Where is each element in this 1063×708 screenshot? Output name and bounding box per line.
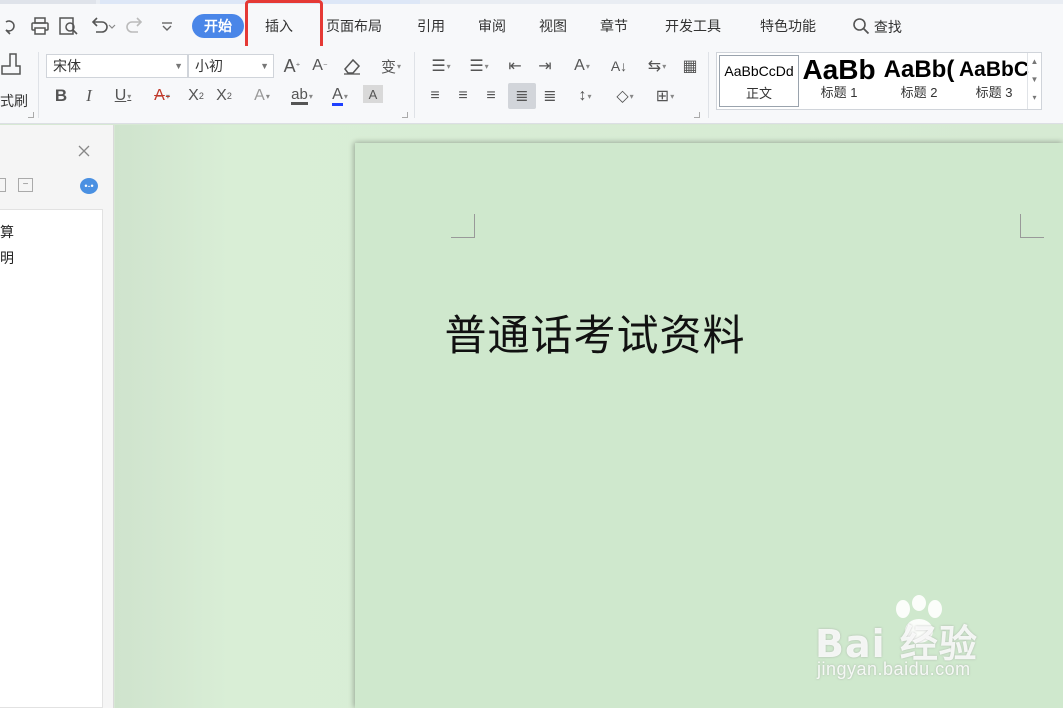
font-size-value: 小初 <box>195 58 223 74</box>
chevron-down-icon: ▼ <box>174 61 183 71</box>
style-name: 标题 2 <box>900 85 938 100</box>
style-sample: AaBbC <box>959 58 1029 81</box>
font-name-value: 宋体 <box>53 58 81 74</box>
tab-page-layout[interactable]: 页面布局 <box>326 17 382 35</box>
style-sample: AaBb( <box>883 56 955 83</box>
print-preview-icon[interactable] <box>58 16 80 36</box>
table-of-contents-icon[interactable]: ▦ <box>679 55 701 77</box>
search-icon <box>853 18 870 35</box>
sort-icon[interactable]: A↓ <box>608 55 630 77</box>
menu-bar: 开始 插入 页面布局 引用 审阅 视图 章节 开发工具 特色功能 查找 <box>0 4 1063 46</box>
style-name: 正文 <box>745 86 772 101</box>
crop-mark-top-left <box>451 214 475 238</box>
close-icon[interactable] <box>76 143 92 159</box>
style-heading-2[interactable]: AaBb( 标题 2 <box>879 55 959 107</box>
document-title: 普通话考试资料 <box>444 311 746 360</box>
collapse-all-icon[interactable]: − <box>18 178 33 192</box>
shrink-font-icon[interactable]: A ⁻ <box>309 55 331 77</box>
decrease-indent-icon[interactable]: ⇤ <box>504 55 526 77</box>
phonetic-guide-icon[interactable]: 变 <box>375 55 407 77</box>
search-label: 查找 <box>873 19 902 35</box>
font-color-icon[interactable]: A <box>323 85 357 107</box>
paragraph-shading-icon[interactable]: ◇ <box>608 85 642 107</box>
show-hide-marks-icon[interactable]: ⇆ <box>640 55 674 77</box>
font-size-combo[interactable]: 小初 ▼ <box>188 54 274 78</box>
highlight-color-icon[interactable]: ab <box>285 85 319 107</box>
justify-icon[interactable]: ≣ <box>508 83 536 109</box>
clipboard-group-launcher[interactable] <box>28 112 34 118</box>
redo-history-icon[interactable] <box>2 16 20 36</box>
subscript-icon[interactable]: X2 <box>213 85 235 107</box>
distributed-align-icon[interactable]: ≣ <box>539 85 561 107</box>
group-separator <box>708 52 709 118</box>
tab-special-features[interactable]: 特色功能 <box>760 17 816 35</box>
group-separator <box>38 52 39 118</box>
expand-styles-icon[interactable]: ▾ <box>1028 89 1041 107</box>
navigation-pane: − •-• 算 明 <box>0 125 114 708</box>
font-group-launcher[interactable] <box>402 112 408 118</box>
ribbon-home: 式刷 宋体 ▼ 小初 ▼ A⁺ A⁻ 变 B I U A X2 X2 A ab … <box>0 46 1063 124</box>
expand-all-icon[interactable] <box>0 178 6 192</box>
bold-icon[interactable]: B <box>50 85 72 107</box>
style-sample: AaBb <box>802 55 876 85</box>
tab-insert[interactable]: 插入 <box>265 17 293 35</box>
style-sample: AaBbCcDd <box>724 63 794 79</box>
underline-icon[interactable]: U <box>106 85 140 107</box>
superscript-icon[interactable]: X2 <box>185 85 207 107</box>
line-spacing-icon[interactable]: ↕ <box>568 85 602 107</box>
style-heading-1[interactable]: AaBb 标题 1 <box>799 55 879 107</box>
chevron-up-icon[interactable]: ▲ <box>1028 53 1041 71</box>
customize-toolbar-icon[interactable] <box>160 16 174 36</box>
tab-section[interactable]: 章节 <box>600 17 628 35</box>
font-name-combo[interactable]: 宋体 ▼ <box>46 54 188 78</box>
tab-review[interactable]: 审阅 <box>478 17 506 35</box>
tab-home[interactable]: 开始 <box>192 14 244 38</box>
grow-font-icon[interactable]: A ⁺ <box>281 55 303 77</box>
print-icon[interactable] <box>30 16 50 36</box>
align-right-icon[interactable]: ≡ <box>480 85 502 107</box>
borders-icon[interactable]: ⊞ <box>648 85 682 107</box>
text-direction-icon[interactable]: A <box>565 55 599 77</box>
align-left-icon[interactable]: ≡ <box>424 85 446 107</box>
character-shading-icon[interactable]: A <box>363 85 383 103</box>
chevron-down-icon[interactable]: ▼ <box>1028 71 1041 89</box>
style-normal[interactable]: AaBbCcDd 正文 <box>719 55 799 107</box>
watermark-url: jingyan.baidu.com <box>817 659 971 679</box>
tab-developer[interactable]: 开发工具 <box>665 17 721 35</box>
increase-indent-icon[interactable]: ⇥ <box>534 55 556 77</box>
crop-mark-top-right <box>1020 214 1044 238</box>
italic-icon[interactable]: I <box>78 85 100 107</box>
tab-references[interactable]: 引用 <box>417 17 445 35</box>
style-name: 标题 1 <box>820 85 858 100</box>
style-name: 标题 3 <box>975 85 1013 100</box>
search-button[interactable]: 查找 <box>852 17 902 35</box>
group-separator <box>414 52 415 118</box>
baidu-watermark: Bai 经验 jingyan.baidu.com <box>815 595 1045 690</box>
align-center-icon[interactable]: ≡ <box>452 85 474 107</box>
tab-view[interactable]: 视图 <box>539 17 567 35</box>
format-painter-label[interactable]: 式刷 <box>0 91 28 111</box>
navigation-outline: 算 明 <box>0 209 103 708</box>
styles-gallery: AaBbCcDd 正文 AaBb 标题 1 AaBb( 标题 2 AaBbC 标… <box>716 52 1042 110</box>
redo-icon[interactable] <box>126 16 146 36</box>
bullets-icon[interactable]: ☰ <box>424 55 458 77</box>
paragraph-group-launcher[interactable] <box>694 112 700 118</box>
clear-format-icon[interactable] <box>341 55 363 77</box>
numbering-icon[interactable]: ☰ <box>462 55 496 77</box>
outline-item[interactable]: 算 <box>0 222 14 242</box>
chevron-down-icon: ▼ <box>260 61 269 71</box>
styles-scroll[interactable]: ▲ ▼ ▾ <box>1027 53 1041 109</box>
style-heading-3[interactable]: AaBbC 标题 3 <box>959 55 1029 107</box>
strikethrough-icon[interactable]: A <box>145 85 179 107</box>
text-effect-icon[interactable]: A <box>245 85 279 107</box>
undo-icon[interactable] <box>88 16 116 36</box>
outline-item[interactable]: 明 <box>0 248 14 268</box>
format-painter-icon[interactable] <box>0 52 24 78</box>
sync-icon[interactable]: •-• <box>80 178 98 194</box>
